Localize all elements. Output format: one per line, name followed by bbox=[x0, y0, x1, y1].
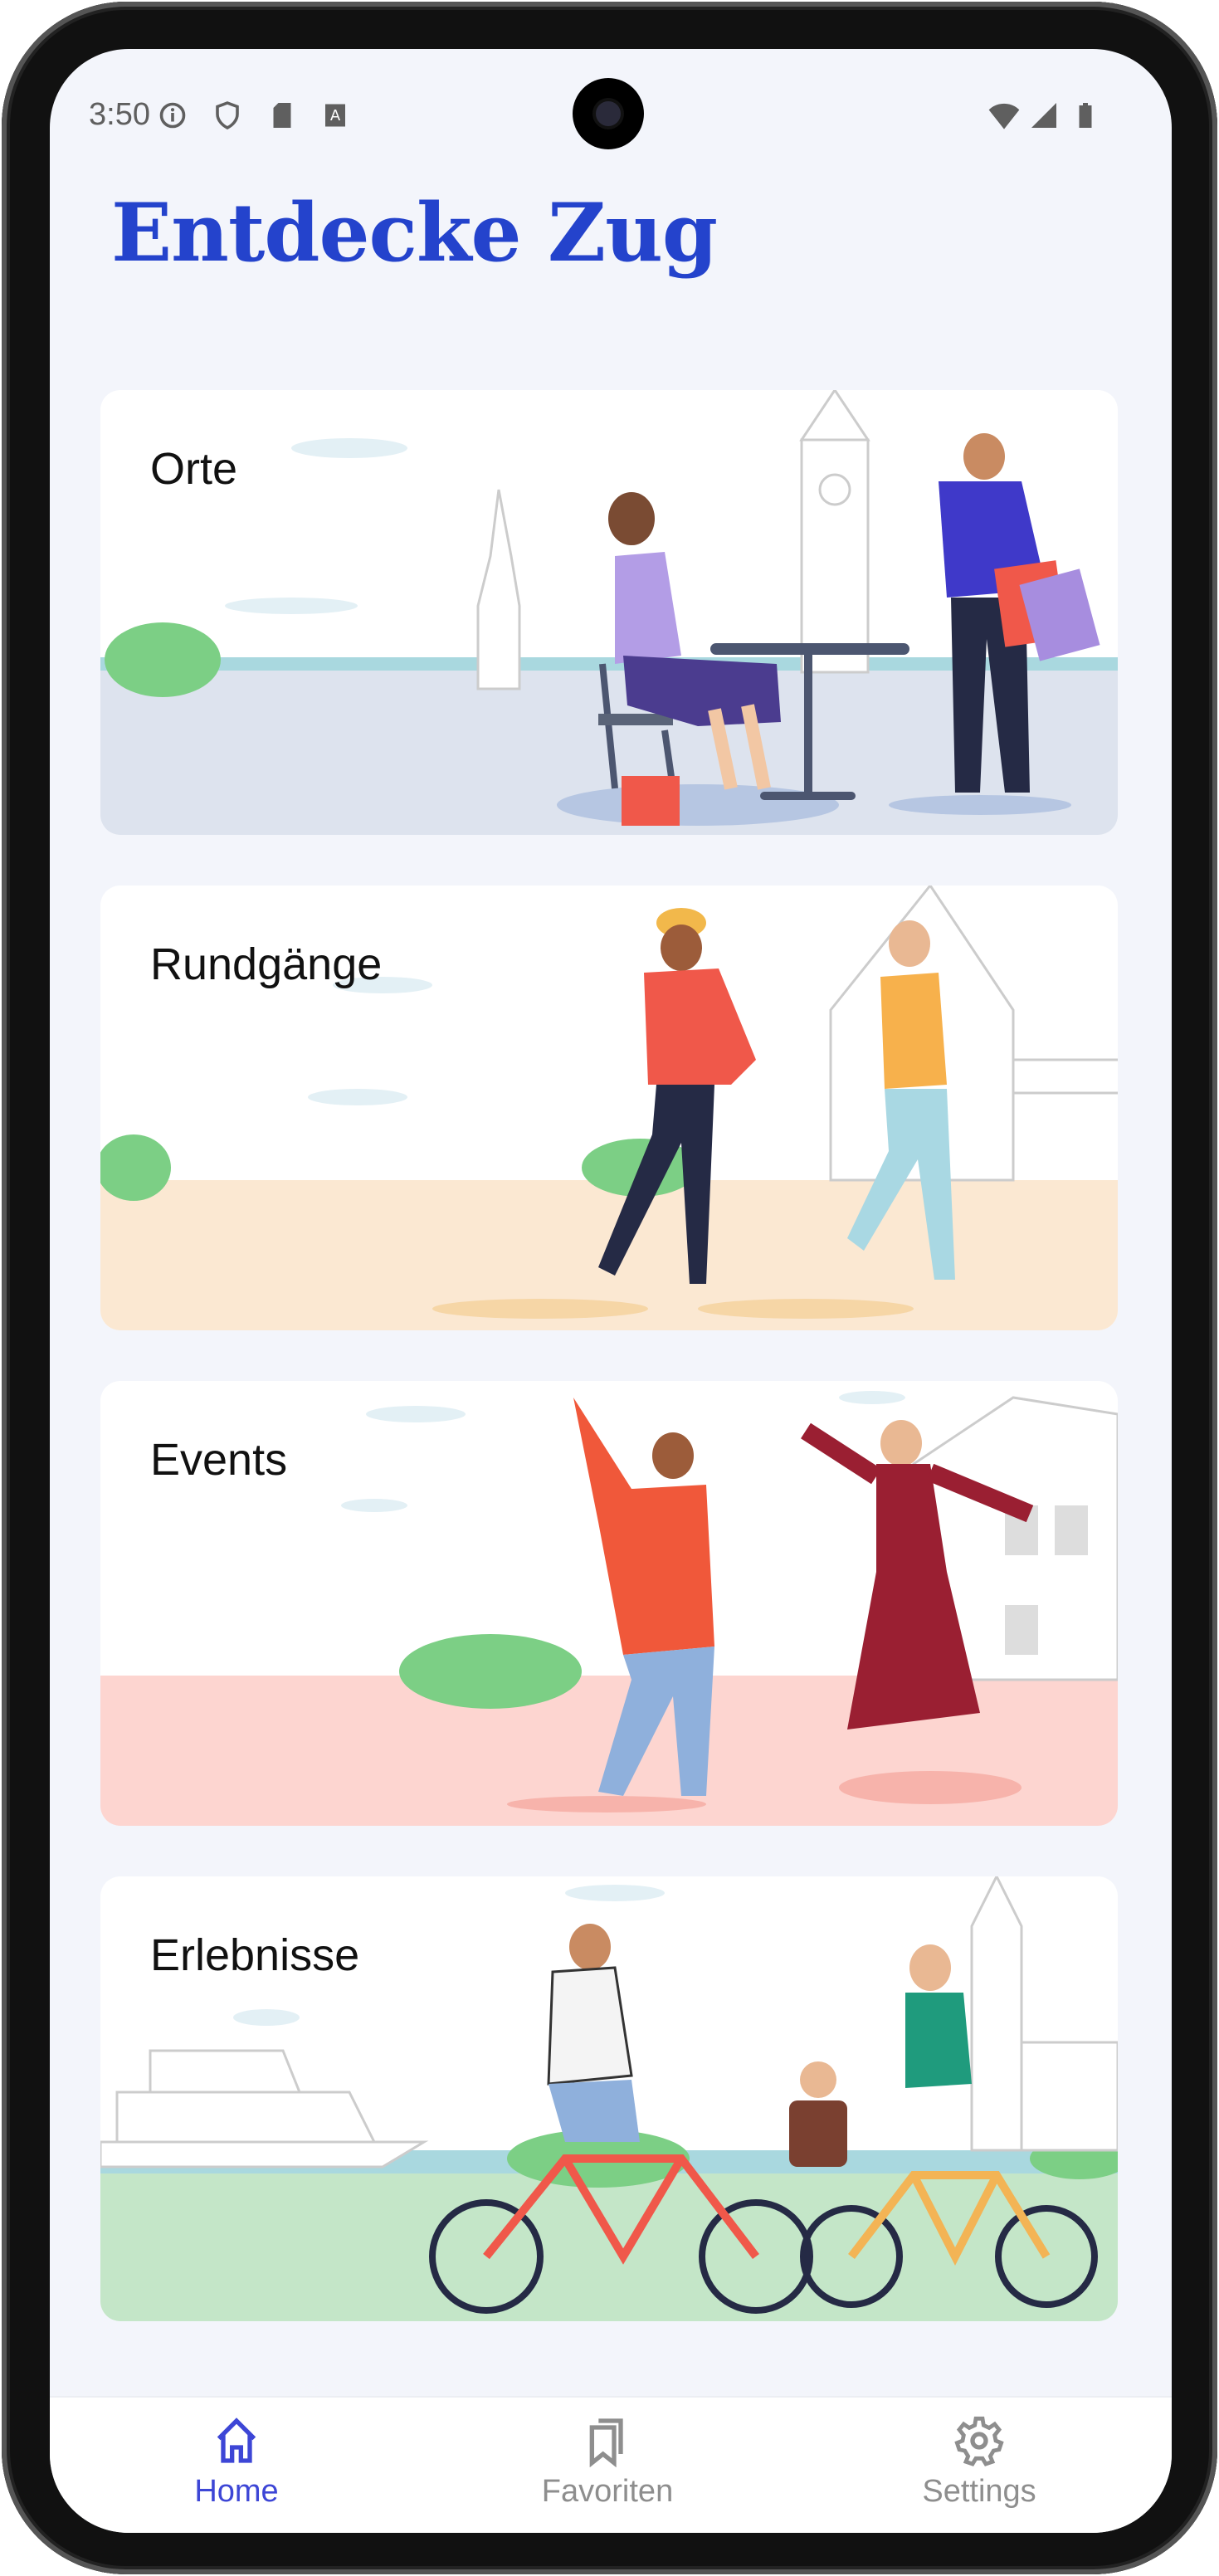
nav-home[interactable]: Home bbox=[112, 2414, 361, 2510]
nav-label: Home bbox=[194, 2474, 279, 2509]
bookmarks-icon bbox=[589, 2418, 623, 2467]
nav-label: Favoriten bbox=[541, 2474, 674, 2509]
nav-settings[interactable]: Settings bbox=[855, 2414, 1104, 2510]
phone-frame: 3:50 A Entdecke Zug Orte Rundgänge Event… bbox=[2, 2, 1217, 2574]
nav-label: Settings bbox=[922, 2474, 1036, 2509]
status-bar: 3:50 A bbox=[50, 49, 1172, 173]
shield-icon bbox=[216, 101, 239, 130]
battery-icon bbox=[1079, 103, 1092, 128]
status-time: 3:50 bbox=[89, 97, 150, 132]
category-card-events[interactable]: Events bbox=[100, 1381, 1118, 1826]
app-screen: 3:50 A Entdecke Zug Orte Rundgänge Event… bbox=[50, 49, 1172, 2533]
card-label: Rundgänge bbox=[150, 939, 383, 989]
gear-icon bbox=[954, 2416, 1004, 2466]
svg-text:A: A bbox=[330, 107, 341, 124]
nav-favoriten[interactable]: Favoriten bbox=[483, 2414, 732, 2510]
signal-icon bbox=[1031, 103, 1056, 128]
sd-card-icon bbox=[273, 103, 291, 128]
bottom-navigation: Home Favoriten Settings bbox=[50, 2396, 1172, 2533]
orte-illustration bbox=[100, 390, 1118, 835]
wifi-icon bbox=[988, 103, 1020, 129]
category-card-erlebnisse[interactable]: Erlebnisse bbox=[100, 1876, 1118, 2321]
card-label: Orte bbox=[150, 444, 238, 494]
home-icon bbox=[217, 2417, 256, 2463]
card-label: Erlebnisse bbox=[150, 1930, 360, 1980]
a-icon: A bbox=[325, 104, 345, 127]
category-card-rundgaenge[interactable]: Rundgänge bbox=[100, 886, 1118, 1330]
category-card-orte[interactable]: Orte bbox=[100, 390, 1118, 835]
front-camera bbox=[573, 78, 644, 149]
page-title: Entdecke Zug bbox=[111, 186, 718, 280]
info-icon bbox=[159, 102, 186, 129]
card-label: Events bbox=[150, 1435, 288, 1485]
